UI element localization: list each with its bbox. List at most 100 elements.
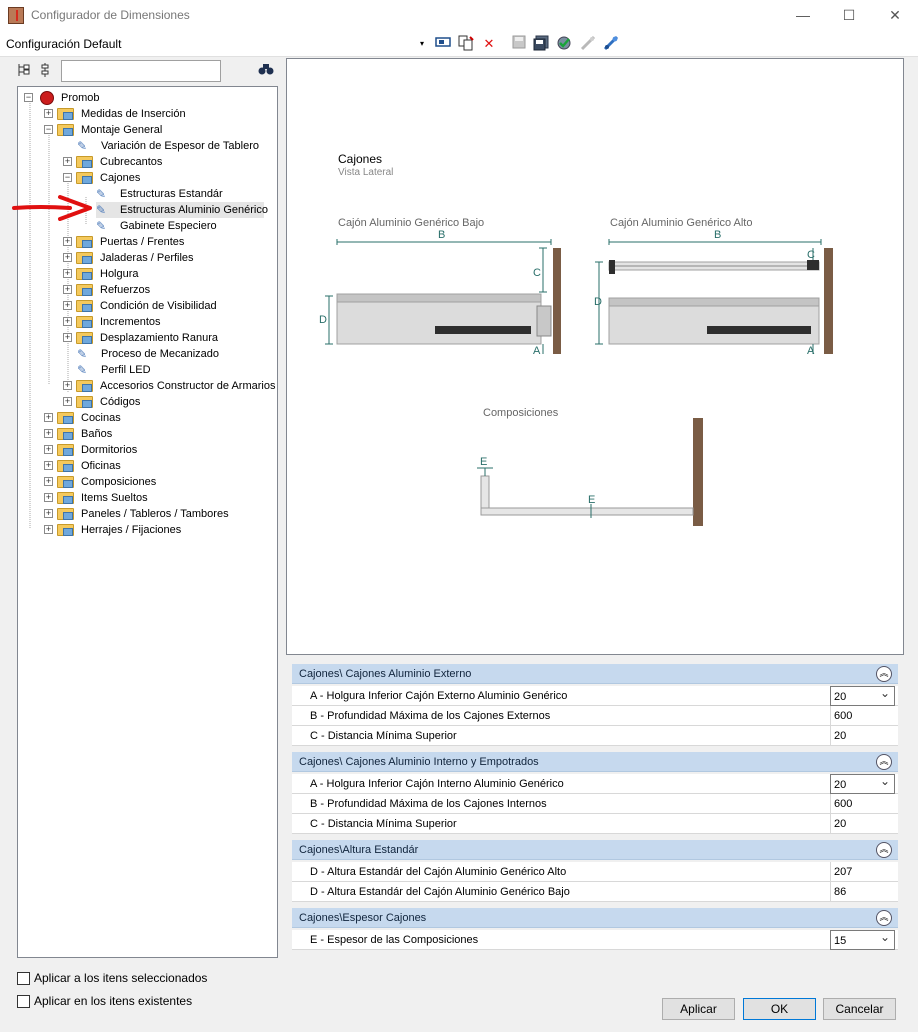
dimension-e-label: E <box>588 494 596 506</box>
folder-icon <box>57 108 74 120</box>
expand-toggle[interactable]: + <box>63 397 72 406</box>
import-button[interactable] <box>579 35 597 53</box>
tree-node-label: Composiciones <box>81 476 157 488</box>
group-title: Cajones\Altura Estandár <box>299 844 419 856</box>
folder-open-icon <box>76 172 93 184</box>
tree-node-label: Condición de Visibilidad <box>100 300 217 312</box>
tree-node-label: Holgura <box>100 268 139 280</box>
configuration-dropdown[interactable]: Configuración Default ▾ <box>0 31 432 57</box>
cancel-button[interactable]: Cancelar <box>823 998 896 1020</box>
collapse-toggle[interactable]: − <box>44 125 53 134</box>
folder-icon <box>57 524 74 536</box>
copy-icon <box>458 35 474 51</box>
collapse-group-icon[interactable]: ︽ <box>876 910 892 926</box>
chevron-down-icon: ▾ <box>420 39 425 48</box>
altura-bajo-input[interactable]: 86 <box>830 882 895 902</box>
collapse-toggle[interactable]: − <box>63 173 72 182</box>
holgura-externo-dropdown[interactable]: 20 <box>830 686 895 706</box>
tree-node-label: Medidas de Inserción <box>81 108 186 120</box>
pencil-tag-icon: ✎ <box>77 363 88 377</box>
tree-node-label: Promob <box>61 92 100 104</box>
apply-existing-checkbox[interactable] <box>17 995 30 1008</box>
distancia-interno-input[interactable]: 20 <box>830 814 895 834</box>
property-label: C - Distancia Mínima Superior <box>310 818 457 830</box>
tree-search-input[interactable] <box>61 60 221 82</box>
dimension-a-label: A <box>533 345 541 357</box>
find-button[interactable] <box>258 62 274 79</box>
expand-toggle[interactable]: + <box>63 269 72 278</box>
collapse-toggle[interactable]: − <box>24 93 33 102</box>
expand-toggle[interactable]: + <box>44 461 53 470</box>
property-label: C - Distancia Mínima Superior <box>310 730 457 742</box>
pencil-tag-icon: ✎ <box>77 347 88 361</box>
expand-toggle[interactable]: + <box>44 509 53 518</box>
maximize-button[interactable]: ☐ <box>826 0 872 31</box>
property-label: D - Altura Estandár del Cajón Aluminio G… <box>310 886 570 898</box>
rename-config-button[interactable] <box>434 35 452 53</box>
expand-toggle[interactable]: + <box>63 381 72 390</box>
collapse-group-icon[interactable]: ︽ <box>876 754 892 770</box>
apply-button[interactable]: Aplicar <box>662 998 735 1020</box>
holgura-interno-dropdown[interactable]: 20 <box>830 774 895 794</box>
tree-node-label: Herrajes / Fijaciones <box>81 524 182 536</box>
espesor-dropdown[interactable]: 15 <box>830 930 895 950</box>
expand-toggle[interactable]: + <box>63 253 72 262</box>
tree-node-label: Cajones <box>100 172 141 184</box>
profundidad-externo-input[interactable]: 600 <box>830 706 895 726</box>
minimize-button[interactable]: — <box>780 0 826 31</box>
save-as-button[interactable] <box>532 35 550 53</box>
collapse-group-icon[interactable]: ︽ <box>876 666 892 682</box>
apply-selected-checkbox[interactable] <box>17 972 30 985</box>
expand-toggle[interactable]: + <box>44 429 53 438</box>
save-button[interactable] <box>510 35 528 53</box>
export-button[interactable] <box>602 35 620 53</box>
expand-toggle[interactable]: + <box>44 445 53 454</box>
profundidad-interno-input[interactable]: 600 <box>830 794 895 814</box>
group-header[interactable]: Cajones\Altura Estandár ︽ <box>292 840 898 860</box>
dimension-c-label: C <box>807 249 815 261</box>
group-header[interactable]: Cajones\ Cajones Aluminio Externo ︽ <box>292 664 898 684</box>
save-as-icon <box>533 35 549 51</box>
collapse-group-icon[interactable]: ︽ <box>876 842 892 858</box>
property-label: E - Espesor de las Composiciones <box>310 934 479 946</box>
expand-toggle[interactable]: + <box>44 109 53 118</box>
expand-toggle[interactable]: + <box>44 477 53 486</box>
property-row: C - Distancia Mínima Superior 20 <box>292 726 898 746</box>
tree-node-label: Dormitorios <box>81 444 138 456</box>
expand-toggle[interactable]: + <box>63 317 72 326</box>
delete-config-button[interactable]: ✕ <box>480 35 498 53</box>
tree-node-label: Cubrecantos <box>100 156 163 168</box>
expand-toggle[interactable]: + <box>44 413 53 422</box>
dimension-a-label: A <box>807 345 815 357</box>
close-button[interactable]: ✕ <box>872 0 918 31</box>
property-row: E - Espesor de las Composiciones 15 <box>292 930 898 950</box>
high-drawer-caption: Cajón Aluminio Genérico Alto <box>610 217 753 229</box>
group-header[interactable]: Cajones\ Cajones Aluminio Interno y Empo… <box>292 752 898 772</box>
export-icon <box>603 35 619 51</box>
tree-node-label: Estructuras Estandár <box>120 188 223 200</box>
collapse-tree-button[interactable] <box>38 62 54 80</box>
distancia-externo-input[interactable]: 20 <box>830 726 895 746</box>
group-title: Cajones\Espesor Cajones <box>299 912 427 924</box>
save-icon <box>512 35 526 49</box>
expand-toggle[interactable]: + <box>63 285 72 294</box>
pencil-tag-icon: ✎ <box>96 187 107 201</box>
expand-tree-button[interactable] <box>16 62 32 80</box>
folder-icon <box>76 380 93 392</box>
folder-icon <box>76 252 93 264</box>
validate-button[interactable] <box>555 35 573 53</box>
copy-config-button[interactable] <box>457 35 475 53</box>
tree-collapse-icon <box>41 63 49 77</box>
expand-toggle[interactable]: + <box>63 157 72 166</box>
expand-toggle[interactable]: + <box>44 493 53 502</box>
group-header[interactable]: Cajones\Espesor Cajones ︽ <box>292 908 898 928</box>
altura-alto-input[interactable]: 207 <box>830 862 895 882</box>
ok-button[interactable]: OK <box>743 998 816 1020</box>
expand-toggle[interactable]: + <box>63 301 72 310</box>
expand-toggle[interactable]: + <box>63 237 72 246</box>
expand-toggle[interactable]: + <box>44 525 53 534</box>
window-title: Configurador de Dimensiones <box>31 8 190 22</box>
expand-toggle[interactable]: + <box>63 333 72 342</box>
tree-node-estructuras-aluminio[interactable]: ✎ Estructuras Aluminio Genérico <box>96 202 268 218</box>
group-altura-estandar: Cajones\Altura Estandár ︽ D - Altura Est… <box>292 840 898 902</box>
